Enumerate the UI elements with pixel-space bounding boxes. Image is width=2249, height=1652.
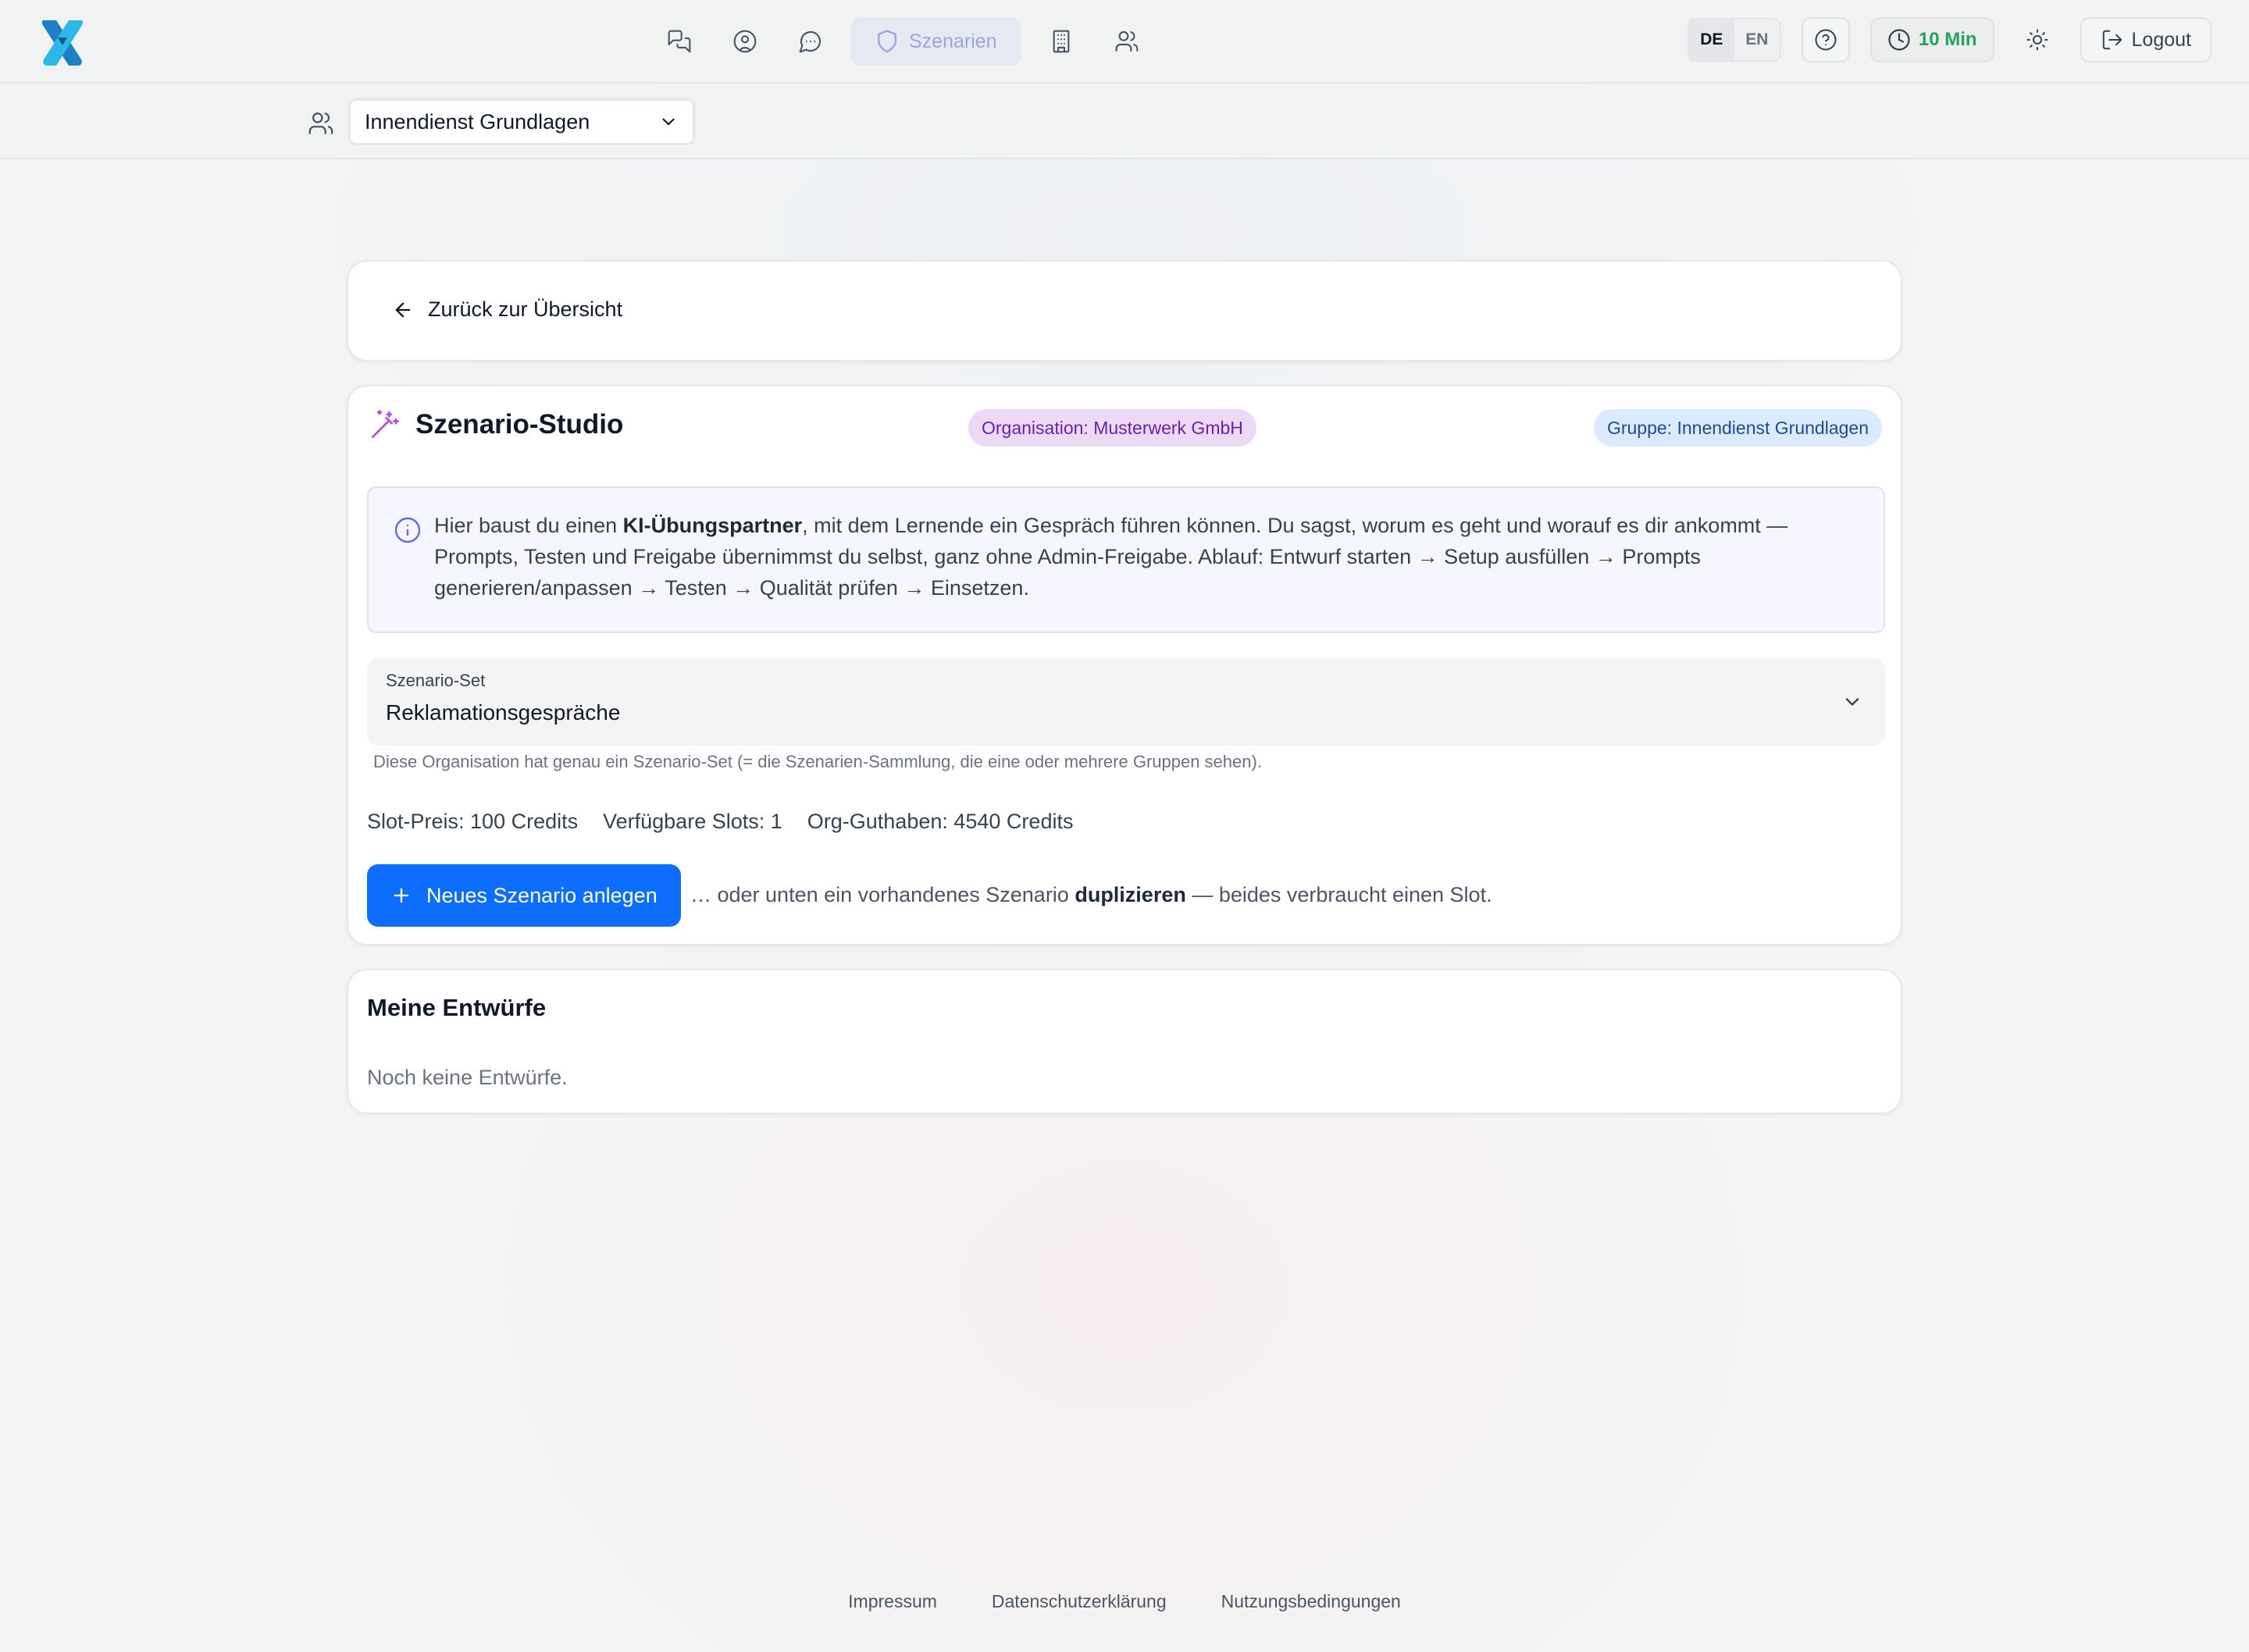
top-bar: Szenarien DE EN 10 Min Logout	[0, 0, 2249, 84]
info-text-bold: KI-Übungspartner	[622, 514, 803, 537]
chevron-down-icon	[662, 118, 675, 126]
back-to-overview-link[interactable]: Zurück zur Übersicht	[392, 297, 622, 322]
chevron-down-icon	[1845, 698, 1859, 706]
footer: Impressum Datenschutzerklärung Nutzungsb…	[0, 1591, 2249, 1612]
duplicate-note-start: … oder unten ein vorhandenes Szenario	[690, 883, 1075, 906]
users-icon	[1115, 30, 1138, 52]
credit-stats: Slot-Preis: 100 Credits Verfügbare Slots…	[367, 810, 1073, 834]
back-card: Zurück zur Übersicht	[347, 260, 1902, 361]
main-nav: Szenarien	[654, 16, 1152, 67]
clock-icon	[1888, 29, 1910, 51]
session-timer[interactable]: 10 Min	[1869, 17, 1994, 62]
logout-label: Logout	[2131, 28, 2191, 51]
chat-bubbles-icon	[668, 30, 691, 53]
new-scenario-label: Neues Szenario anlegen	[426, 883, 658, 907]
sun-icon	[2026, 29, 2048, 51]
organization-badge: Organisation: Musterwerk GmbH	[968, 409, 1256, 447]
magic-wand-icon	[371, 410, 400, 439]
group-select-value: Innendienst Grundlagen	[365, 109, 590, 134]
user-circle-icon	[733, 30, 757, 53]
nav-profile[interactable]	[720, 17, 770, 66]
language-switch: DE EN	[1687, 18, 1781, 62]
help-circle-icon	[1815, 29, 1837, 51]
footer-link-terms[interactable]: Nutzungsbedingungen	[1221, 1591, 1401, 1612]
arrow-left-icon	[395, 302, 411, 317]
info-icon	[394, 517, 421, 543]
group-select[interactable]: Innendienst Grundlagen	[348, 98, 695, 145]
duplicate-note-bold: duplizieren	[1075, 883, 1186, 906]
drafts-title: Meine Entwürfe	[367, 994, 547, 1021]
logout-button[interactable]: Logout	[2080, 17, 2212, 62]
scenario-studio-card: Szenario-Studio Organisation: Musterwerk…	[347, 385, 1902, 945]
info-text-start: Hier baust du einen	[434, 514, 623, 537]
duplicate-note: … oder unten ein vorhandenes Szenario du…	[690, 883, 1492, 907]
duplicate-note-end: — beides verbraucht einen Slot.	[1185, 883, 1492, 906]
message-circle-icon	[799, 30, 822, 53]
drafts-empty-text: Noch keine Entwürfe.	[367, 1066, 568, 1089]
building-icon	[1053, 30, 1069, 53]
session-timer-label: 10 Min	[1918, 29, 1977, 50]
nav-users[interactable]	[1102, 17, 1152, 66]
available-slots: Verfügbare Slots: 1	[603, 810, 782, 833]
group-bar: Innendienst Grundlagen	[0, 84, 2249, 159]
nav-messages[interactable]	[786, 17, 836, 66]
nav-scenarios-label: Szenarien	[909, 30, 997, 52]
header-tools: DE EN 10 Min Logout	[1687, 17, 2212, 62]
scenario-set-hint: Diese Organisation hat genau ein Szenari…	[373, 752, 1262, 771]
shield-icon	[878, 30, 896, 53]
group-badge: Gruppe: Innendienst Grundlagen	[1593, 409, 1882, 447]
back-label: Zurück zur Übersicht	[428, 297, 623, 321]
lang-de-button[interactable]: DE	[1688, 20, 1734, 60]
org-balance: Org-Guthaben: 4540 Credits	[807, 810, 1074, 833]
slot-price: Slot-Preis: 100 Credits	[367, 810, 579, 833]
page-title: Szenario-Studio	[415, 409, 624, 440]
help-button[interactable]	[1801, 17, 1850, 62]
app-logo[interactable]	[34, 14, 91, 70]
users-icon	[308, 112, 333, 134]
nav-scenarios[interactable]: Szenarien	[851, 17, 1021, 66]
lang-en-button[interactable]: EN	[1734, 20, 1780, 60]
scenario-set-value: Reklamationsgespräche	[386, 700, 621, 725]
scenario-set-select[interactable]: Szenario-Set Reklamationsgespräche	[367, 658, 1885, 746]
logout-icon	[2102, 30, 2122, 50]
nav-chats[interactable]	[654, 17, 704, 66]
my-drafts-card: Meine Entwürfe Noch keine Entwürfe.	[347, 969, 1902, 1114]
footer-link-impressum[interactable]: Impressum	[848, 1591, 937, 1612]
new-scenario-button[interactable]: Neues Szenario anlegen	[367, 864, 681, 927]
plus-icon	[394, 888, 409, 903]
theme-toggle[interactable]	[2015, 17, 2060, 62]
studio-header: Szenario-Studio	[369, 408, 623, 441]
scenario-set-label: Szenario-Set	[386, 671, 486, 690]
info-box: Hier baust du einen KI-Übungspartner, mi…	[367, 486, 1885, 633]
nav-organization[interactable]	[1036, 17, 1086, 66]
footer-link-privacy[interactable]: Datenschutzerklärung	[992, 1591, 1167, 1612]
